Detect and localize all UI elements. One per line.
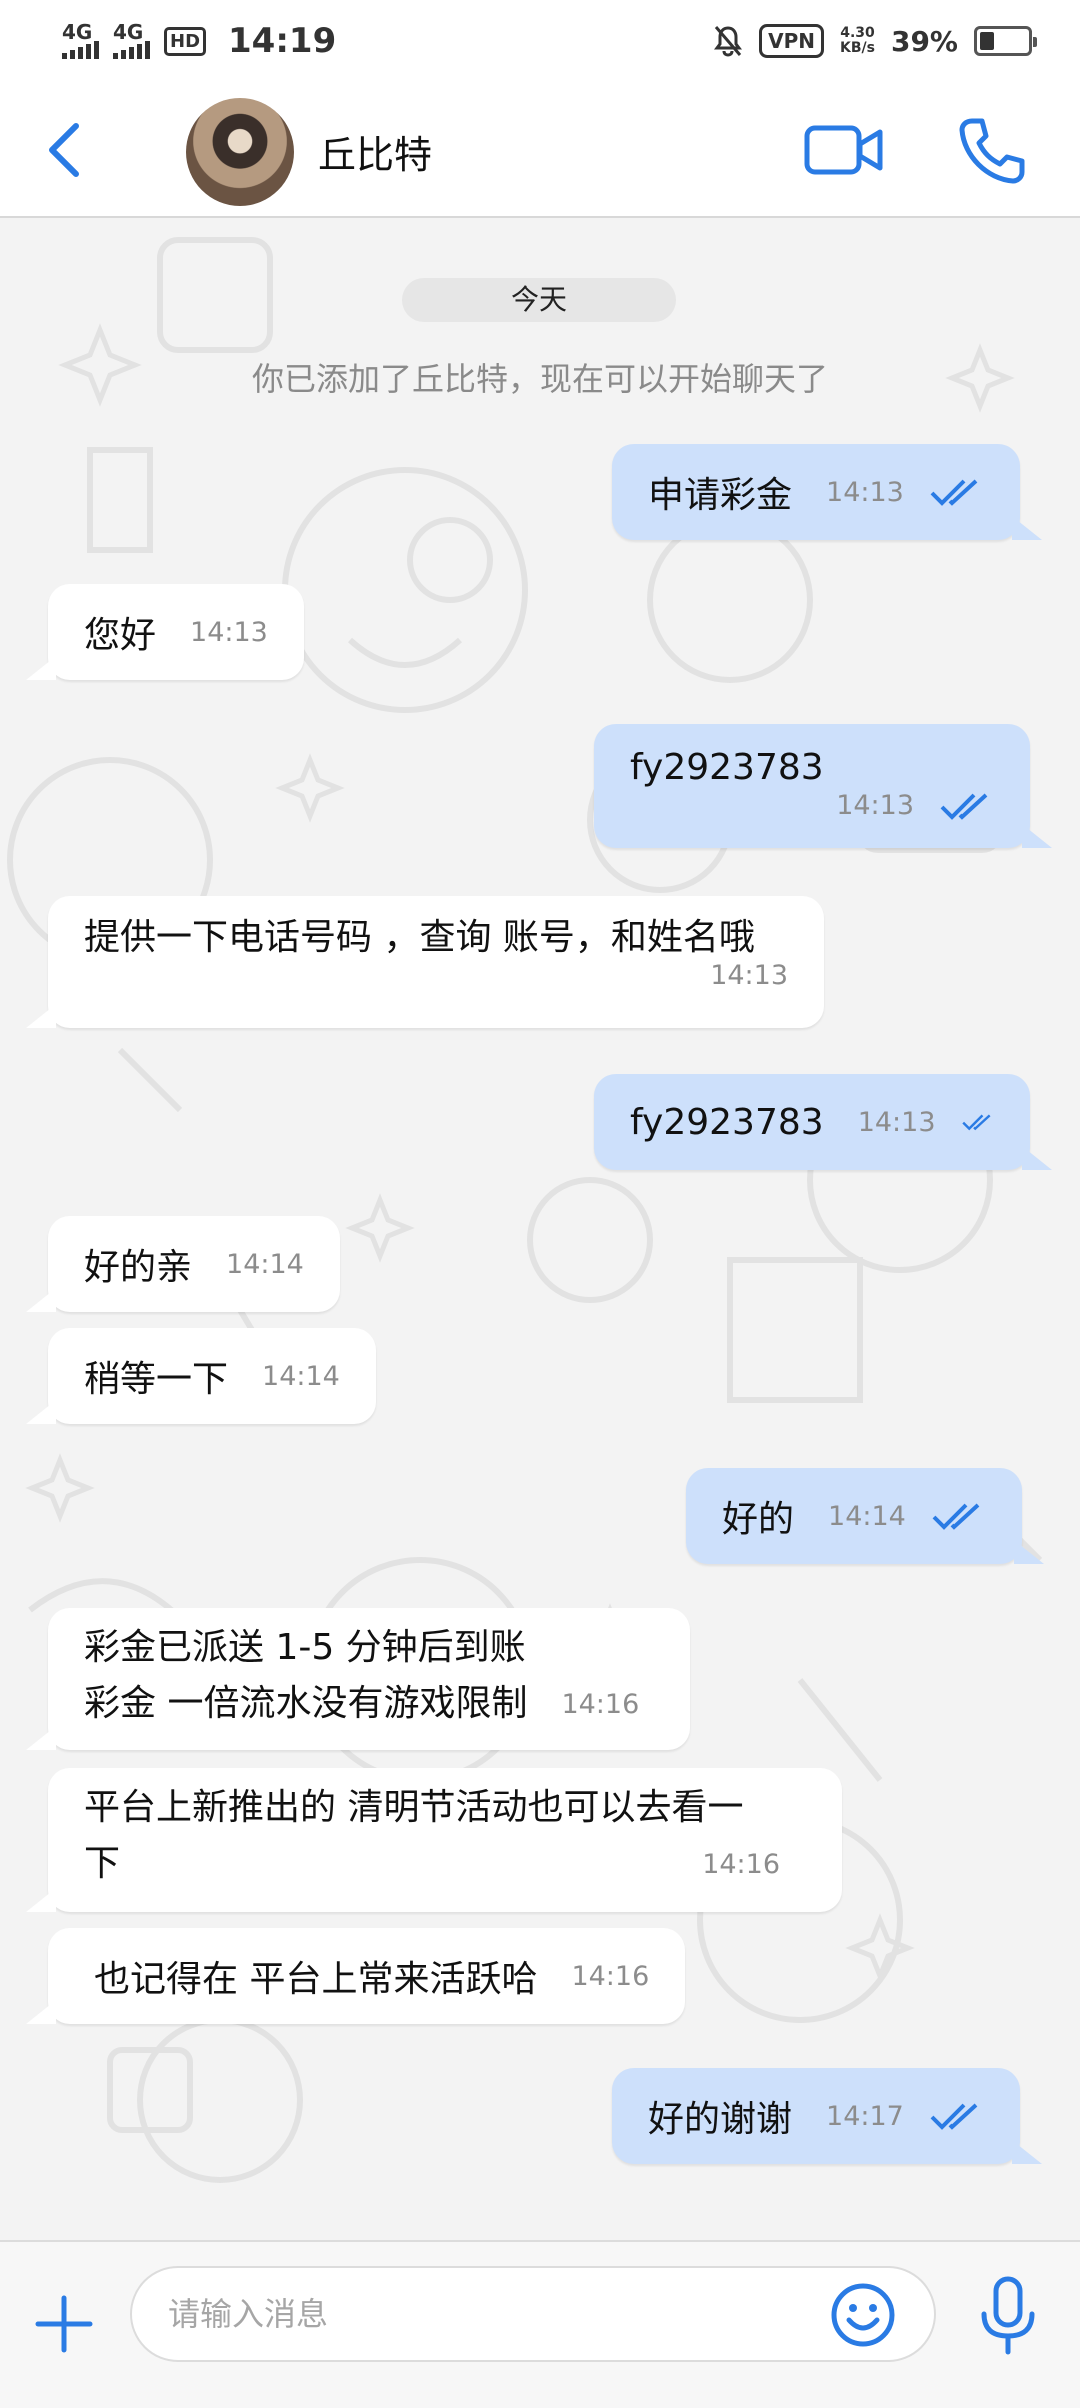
message-time: 14:16 [702, 1848, 780, 1880]
message-text-line-1: 平台上新推出的 清明节活动也可以去看一 [84, 1787, 744, 1828]
message-text-line-2: 彩金 一倍流水没有游戏限制 [84, 1683, 528, 1724]
chat-area[interactable]: 今天 你已添加了丘比特，现在可以开始聊天了 申请彩金 14:13 您好 14:1… [0, 220, 1080, 2240]
message-incoming[interactable]: 稍等一下 14:14 [26, 1328, 376, 1424]
message-incoming[interactable]: 好的亲 14:14 [26, 1216, 340, 1312]
double-check-icon [930, 479, 978, 506]
message-text: 稍等一下 [84, 1359, 229, 1400]
message-input[interactable] [130, 2266, 936, 2362]
message-time: 14:13 [857, 1106, 936, 1138]
video-call-icon[interactable] [804, 122, 884, 178]
message-time: 14:13 [836, 790, 914, 821]
emoji-icon[interactable] [830, 2282, 896, 2348]
message-text: 也记得在 平台上常来活跃哈 [94, 1959, 538, 2000]
message-text: fy2923783 [630, 747, 824, 788]
message-time: 14:13 [826, 476, 904, 508]
microphone-icon[interactable] [972, 2276, 1044, 2356]
message-text: 好的 [722, 1499, 795, 1540]
message-time: 14:16 [561, 1688, 640, 1720]
chat-header: 丘比特 [0, 82, 1080, 218]
message-text: 好的亲 [84, 1247, 193, 1288]
message-text: 好的谢谢 [648, 2099, 793, 2140]
double-check-icon [940, 793, 988, 820]
message-time: 14:17 [826, 2100, 904, 2132]
double-check-icon [930, 2103, 978, 2130]
back-arrow-icon[interactable] [38, 120, 98, 180]
message-incoming[interactable]: 平台上新推出的 清明节活动也可以去看一 下 14:16 [26, 1768, 842, 1912]
message-time: 14:14 [226, 1248, 304, 1280]
status-time: 14:19 [228, 21, 337, 61]
status-bar: 4G 4G HD 14:19 VPN 4.30 KB/s 39% [0, 0, 1080, 82]
network-speed: 4.30 KB/s [840, 25, 875, 56]
signal-icon [62, 41, 99, 59]
message-time: 14:14 [262, 1360, 340, 1392]
message-outgoing[interactable]: 好的 14:14 [686, 1468, 1044, 1564]
message-text: 您好 [84, 615, 157, 656]
plus-icon[interactable] [32, 2292, 96, 2356]
message-text: fy2923783 [630, 1101, 824, 1143]
message-incoming[interactable]: 提供一下电话号码 ，查询 账号，和姓名哦 14:13 [26, 896, 824, 1028]
mute-bell-icon [714, 26, 743, 57]
network-indicator-1: 4G [62, 22, 99, 59]
message-incoming[interactable]: 也记得在 平台上常来活跃哈 14:16 [25, 1928, 686, 2024]
contact-name[interactable]: 丘比特 [318, 124, 432, 179]
message-incoming[interactable]: 彩金已派送 1-5 分钟后到账 彩金 一倍流水没有游戏限制 14:16 [26, 1608, 690, 1750]
signal-icon [113, 41, 150, 59]
phone-call-icon[interactable] [956, 116, 1026, 186]
hd-badge: HD [164, 26, 207, 56]
message-outgoing[interactable]: 申请彩金 14:13 [612, 444, 1042, 540]
battery-icon [974, 26, 1037, 56]
message-outgoing[interactable]: 好的谢谢 14:17 [612, 2068, 1042, 2164]
double-check-icon [932, 1503, 980, 1530]
message-text-line-2: 下 [84, 1843, 121, 1884]
network-indicator-2: 4G [113, 22, 150, 59]
system-note: 你已添加了丘比特，现在可以开始聊天了 [251, 360, 828, 398]
message-text: 申请彩金 [648, 475, 793, 516]
message-time: 14:13 [710, 960, 788, 991]
message-time: 14:16 [571, 1960, 650, 1992]
date-separator: 今天 [402, 278, 676, 322]
contact-avatar[interactable] [186, 98, 294, 206]
message-time: 14:13 [190, 616, 268, 648]
message-incoming[interactable]: 您好 14:13 [26, 584, 304, 680]
message-text-line-1: 彩金已派送 1-5 分钟后到账 [84, 1627, 526, 1668]
message-input-bar [0, 2240, 1080, 2408]
message-time: 14:14 [828, 1500, 906, 1532]
vpn-badge: VPN [759, 24, 824, 58]
message-outgoing[interactable]: fy2923783 14:13 [594, 724, 1052, 848]
message-outgoing[interactable]: fy2923783 14:13 [594, 1074, 1052, 1170]
battery-percent: 39% [890, 24, 958, 58]
message-text: 提供一下电话号码 ，查询 账号，和姓名哦 [84, 917, 755, 958]
double-check-icon [961, 1114, 990, 1131]
